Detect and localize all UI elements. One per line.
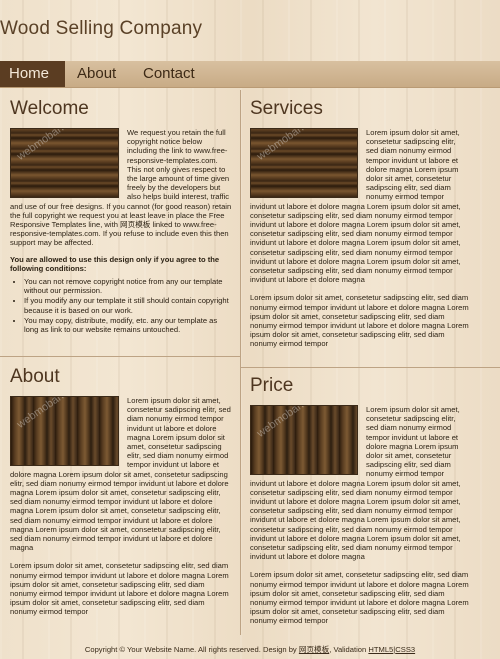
html5-link[interactable]: HTML5 [368, 645, 393, 654]
site-title: Wood Selling Company [0, 18, 203, 39]
nav-item-home[interactable]: Home [0, 61, 65, 87]
list-item: You can not remove copyright notice from… [24, 277, 232, 295]
price-section: Price webmoban Lorem ipsum dolor sit ame… [250, 375, 469, 626]
price-heading: Price [250, 375, 294, 396]
about-paragraph-2: Lorem ipsum dolor sit amet, consetetur s… [10, 561, 229, 617]
watermark-text: webmoban [15, 396, 66, 431]
list-item: You may copy, distribute, modify, etc. a… [24, 316, 232, 334]
conditions-list: You can not remove copyright notice from… [10, 277, 232, 334]
nav-item-contact[interactable]: Contact [134, 61, 204, 87]
main-nav: Home About Contact [0, 61, 500, 88]
about-wood-image: webmoban [10, 396, 119, 466]
nav-item-about[interactable]: About [68, 61, 125, 87]
price-paragraph-2: Lorem ipsum dolor sit amet, consetetur s… [250, 570, 469, 626]
price-wood-image: webmoban [250, 405, 358, 475]
watermark-text: webmoban [15, 128, 66, 163]
welcome-heading: Welcome [10, 98, 89, 119]
section-divider-right [241, 367, 500, 368]
welcome-wood-image: webmoban [10, 128, 119, 198]
list-item: If you modify any our template it still … [24, 296, 232, 314]
about-heading: About [10, 366, 60, 387]
validation-label: , Validation [329, 645, 367, 654]
watermark-text: webmoban [255, 405, 306, 440]
watermark-text: webmoban [255, 128, 306, 163]
designer-link[interactable]: 网页模板 [299, 645, 329, 654]
css3-link[interactable]: CSS3 [395, 645, 415, 654]
welcome-section: Welcome webmoban We request you retain t… [10, 98, 232, 335]
services-wood-image: webmoban [250, 128, 358, 198]
section-divider-left [0, 356, 240, 357]
welcome-conditions-title: You are allowed to use this design only … [10, 254, 220, 273]
services-paragraph-2: Lorem ipsum dolor sit amet, consetetur s… [250, 293, 469, 349]
services-heading: Services [250, 98, 323, 119]
services-section: Services webmoban Lorem ipsum dolor sit … [250, 98, 469, 349]
footer: Copyright © Your Website Name. All right… [0, 644, 500, 655]
about-section: About webmoban Lorem ipsum dolor sit ame… [10, 366, 232, 617]
column-divider [240, 90, 241, 635]
copyright-text: Copyright © Your Website Name. All right… [84, 645, 297, 654]
